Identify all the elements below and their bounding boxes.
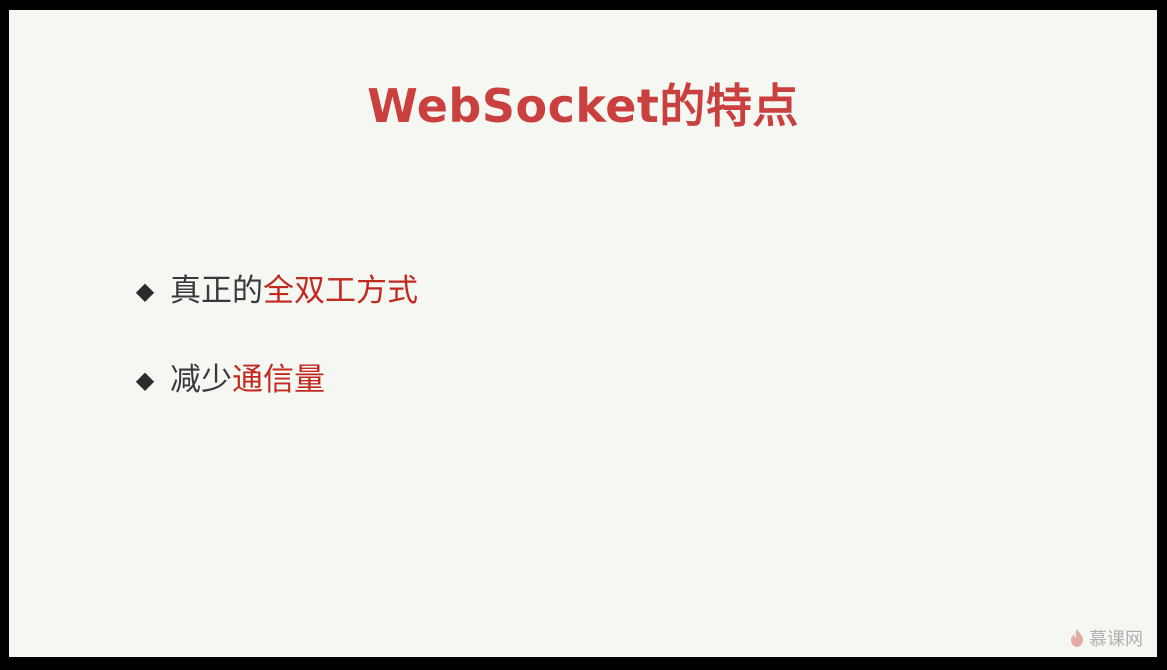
watermark-text: 慕课网 [1089, 629, 1143, 650]
bullet-text-plain: 真正的 [170, 273, 263, 309]
presentation-slide: WebSocket的特点 ◆ 真正的 全双工方式 ◆ 减少 通信量 慕课网 [9, 10, 1157, 657]
bullet-text-highlight: 全双工方式 [263, 273, 418, 309]
bullet-text-plain: 减少 [170, 362, 232, 398]
bullet-item-1: ◆ 真正的 全双工方式 [130, 271, 418, 311]
bullet-text-highlight: 通信量 [232, 362, 325, 398]
diamond-bullet-icon: ◆ [135, 277, 155, 305]
flame-icon [1071, 629, 1083, 647]
video-frame: WebSocket的特点 ◆ 真正的 全双工方式 ◆ 减少 通信量 慕课网 [0, 0, 1167, 670]
diamond-bullet-icon: ◆ [135, 366, 155, 394]
bullet-item-2: ◆ 减少 通信量 [130, 360, 325, 400]
slide-title: WebSocket的特点 [367, 79, 799, 133]
watermark-logo: 慕课网 [1069, 625, 1143, 651]
